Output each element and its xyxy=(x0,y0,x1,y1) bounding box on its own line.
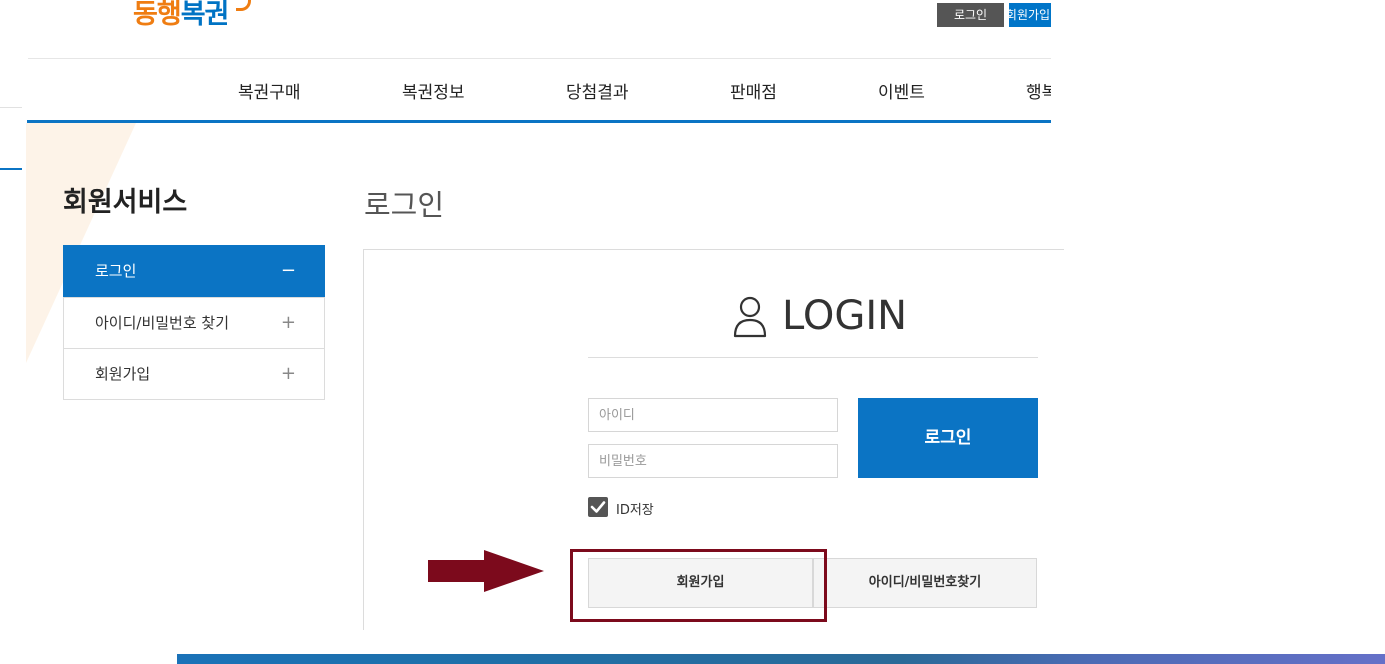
user-icon xyxy=(733,296,767,338)
highlight-box xyxy=(570,549,827,622)
header-login-button[interactable]: 로그인 xyxy=(937,3,1004,27)
side-title: 회원서비스 xyxy=(63,187,188,218)
side-item-label: 로그인 xyxy=(95,262,137,280)
left-accent-line xyxy=(0,168,22,170)
login-divider xyxy=(588,357,1038,358)
nav-item-happy[interactable]: 행복 xyxy=(1026,78,1051,103)
logo-swoosh-icon xyxy=(236,0,251,11)
check-icon xyxy=(590,501,606,513)
id-input[interactable] xyxy=(588,398,838,432)
left-divider xyxy=(0,107,22,108)
side-item-label: 아이디/비밀번호 찾기 xyxy=(95,314,230,332)
footer-gradient-bar xyxy=(177,654,1385,664)
nav-item-happy-label: 행복 xyxy=(1026,83,1051,103)
nav-item-lottery-info[interactable]: 복권정보 xyxy=(402,78,465,103)
save-id-label: ID저장 xyxy=(616,503,654,518)
minus-icon: − xyxy=(280,260,296,281)
save-id-checkbox[interactable] xyxy=(588,497,608,517)
side-item-label: 회원가입 xyxy=(95,365,151,383)
page-title: 로그인 xyxy=(364,188,445,222)
logo-part2: 복권 xyxy=(180,0,230,30)
header-join-button[interactable]: 회원가입 xyxy=(1009,3,1051,27)
arrow-right-icon xyxy=(428,550,544,592)
logo-part1: 동행 xyxy=(133,0,182,30)
header-divider xyxy=(28,58,1051,59)
nav-item-events[interactable]: 이벤트 xyxy=(878,78,925,103)
login-button[interactable]: 로그인 xyxy=(858,398,1038,478)
logo[interactable]: 동행복권 xyxy=(133,0,230,31)
side-item-join[interactable]: 회원가입 + xyxy=(64,348,324,399)
plus-icon: + xyxy=(280,363,296,384)
side-item-login[interactable]: 로그인 − xyxy=(63,245,325,297)
nav-item-stores[interactable]: 판매점 xyxy=(730,78,777,103)
side-menu: 로그인 − 아이디/비밀번호 찾기 + 회원가입 + xyxy=(63,245,325,400)
nav-underline xyxy=(27,120,1051,123)
login-heading: LOGIN xyxy=(782,293,908,339)
plus-icon: + xyxy=(280,312,296,333)
nav-item-lottery-purchase[interactable]: 복권구매 xyxy=(238,78,301,103)
nav-item-winning-results[interactable]: 당첨결과 xyxy=(566,78,629,103)
side-item-find-account[interactable]: 아이디/비밀번호 찾기 + xyxy=(64,297,324,348)
find-account-button[interactable]: 아이디/비밀번호찾기 xyxy=(813,558,1037,608)
password-input[interactable] xyxy=(588,444,838,478)
